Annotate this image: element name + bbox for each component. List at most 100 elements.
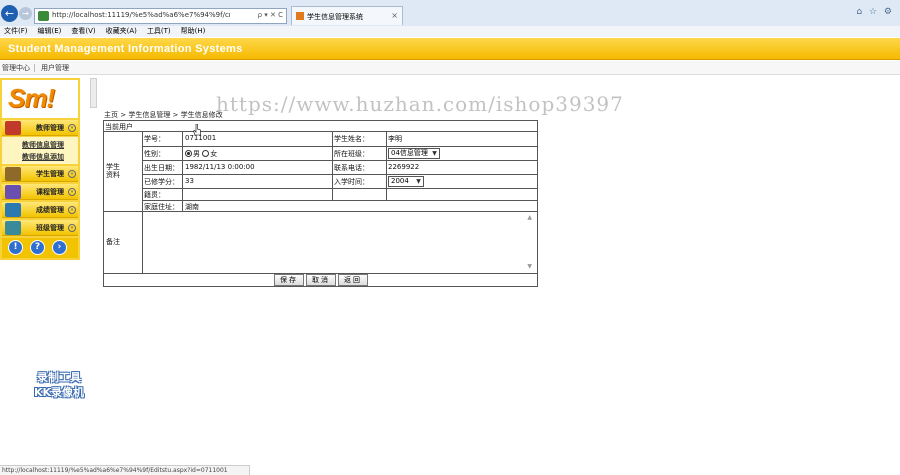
breadcrumb: 主页 > 学生信息管理 > 学生信息修改 [104, 111, 223, 119]
sidebar-item-label: 成绩管理 [36, 206, 64, 214]
browser-tab[interactable]: 学生信息管理系统 × [291, 6, 403, 25]
name-label: 学生姓名： [334, 135, 369, 143]
sidebar-item-grades[interactable]: 成绩管理 » [2, 202, 78, 218]
watermark: https://www.huzhan.com/ishop39397 [216, 92, 624, 116]
menu-help[interactable]: 帮助(H) [181, 26, 206, 37]
name-value: 李明 [388, 135, 402, 143]
credit-label: 已修学分： [144, 178, 179, 186]
save-button[interactable]: 保存 [274, 274, 304, 286]
forward-icon[interactable]: → [19, 7, 32, 20]
remark-textarea[interactable]: ▲ ▼ [143, 212, 536, 272]
birth-label: 出生日期： [144, 164, 179, 172]
sidebar: Sm! 教师管理 » 教师信息管理 教师信息添加 学生管理 » 课程管理 » 成… [0, 78, 80, 260]
scroll-up-icon[interactable]: ▲ [527, 214, 532, 221]
sidebar-item-class[interactable]: 班级管理 » [2, 220, 78, 236]
next-icon[interactable]: › [52, 240, 67, 255]
menu-file[interactable]: 文件(F) [4, 26, 28, 37]
grid-line [142, 174, 537, 175]
enroll-label: 入学时间： [334, 178, 369, 186]
sidebar-item-label: 班级管理 [36, 224, 64, 232]
tab-favicon-icon [296, 12, 304, 20]
phone-value[interactable]: 2269922 [388, 163, 419, 171]
browser-chrome: ← → http://localhost:11119/%e5%ad%a6%e7%… [0, 0, 900, 37]
gender-radio-group: 男 女 [185, 149, 217, 159]
chevron-down-icon: ▼ [416, 178, 421, 185]
sidebar-item-student[interactable]: 学生管理 » [2, 166, 78, 182]
sidebar-splitter-handle[interactable] [90, 78, 97, 108]
gender-male-radio[interactable] [185, 150, 192, 157]
sidebar-footer: ! ? › [2, 238, 78, 258]
scroll-down-icon[interactable]: ▼ [527, 263, 532, 270]
class-select[interactable]: 04信息管理 ▼ [388, 148, 440, 159]
phone-label: 联系电话： [334, 164, 369, 172]
class-label: 所在班级： [334, 150, 369, 158]
grid-line [182, 131, 183, 211]
sidebar-item-teacher[interactable]: 教师管理 » [2, 120, 78, 136]
recorder-badge: 录制工具 KK录像机 [14, 370, 104, 400]
class-select-value: 04信息管理 [391, 149, 428, 157]
tab-close-icon[interactable]: × [391, 11, 398, 20]
hand-cursor-icon [193, 124, 201, 136]
menu-bar: 文件(F) 编辑(E) 查看(V) 收藏夹(A) 工具(T) 帮助(H) [0, 26, 900, 37]
course-icon [5, 185, 21, 199]
submenu-teacher-add[interactable]: 教师信息添加 [22, 152, 64, 162]
help-icon[interactable]: ? [30, 240, 45, 255]
class-icon [5, 221, 21, 235]
menu-edit[interactable]: 编辑(E) [38, 26, 62, 37]
expand-icon[interactable]: » [68, 206, 76, 214]
address-text[interactable]: http://localhost:11119/%e5%ad%a6%e7%94%9… [52, 11, 230, 19]
teacher-icon [5, 121, 21, 135]
chevron-down-icon: ▼ [432, 150, 437, 157]
enroll-year-value: 2004 [391, 177, 409, 185]
student-edit-form: 当前用户 学生 资料 备注 学号： 0711001 学生姓名： 李明 性别： 男… [103, 120, 538, 287]
grid-line [142, 160, 537, 161]
sidebar-item-label: 教师管理 [36, 124, 64, 132]
link-divider [34, 63, 35, 72]
expand-icon[interactable]: » [68, 170, 76, 178]
logo: Sm! [2, 80, 78, 118]
address-value[interactable]: 湖南 [185, 202, 199, 212]
submenu-teacher-info[interactable]: 教师信息管理 [22, 140, 64, 150]
grid-line [332, 131, 333, 200]
grid-line [386, 131, 387, 200]
info-icon[interactable]: ! [8, 240, 23, 255]
app-header: Student Management Information Systems [0, 38, 900, 60]
address-label: 家庭住址： [144, 203, 179, 211]
cancel-button[interactable]: 取消 [306, 274, 336, 286]
student-no-label: 学号： [144, 135, 165, 143]
grid-line [142, 146, 537, 147]
address-bar[interactable]: http://localhost:11119/%e5%ad%a6%e7%94%9… [34, 8, 287, 24]
native-label: 籍贯： [144, 191, 165, 199]
grid-line [142, 188, 537, 189]
recorder-line-2: KK录像机 [33, 386, 85, 399]
address-tools-icon[interactable]: ρ ▾ ✕ C [258, 11, 283, 19]
sidebar-submenu: 教师信息管理 教师信息添加 [2, 137, 78, 164]
sidebar-item-label: 课程管理 [36, 188, 64, 196]
enroll-year-select[interactable]: 2004 ▼ [388, 176, 424, 187]
birth-value[interactable]: 1982/11/13 0:00:00 [185, 163, 255, 171]
back-button[interactable]: 返回 [338, 274, 368, 286]
link-user-management[interactable]: 用户管理 [41, 61, 69, 75]
logo-text: Sm! [8, 83, 55, 113]
menu-view[interactable]: 查看(V) [71, 26, 95, 37]
back-icon[interactable]: ← [1, 5, 18, 22]
credit-value[interactable]: 33 [185, 177, 194, 185]
home-star-gear-icon[interactable]: ⌂ ☆ ⚙ [856, 7, 894, 17]
grades-icon [5, 203, 21, 217]
menu-favorites[interactable]: 收藏夹(A) [106, 26, 137, 37]
grid-line [142, 200, 537, 201]
status-bar: http://localhost:11119/%e5%ad%a6%e7%94%9… [0, 465, 250, 475]
gender-female-radio[interactable] [202, 150, 210, 157]
grid-line [104, 131, 537, 132]
expand-icon[interactable]: » [68, 224, 76, 232]
app-title: Student Management Information Systems [8, 43, 243, 55]
section-remark: 备注 [106, 238, 120, 246]
gender-female-label: 女 [210, 150, 218, 158]
sidebar-item-course[interactable]: 课程管理 » [2, 184, 78, 200]
section-current-user: 当前用户 [105, 123, 133, 131]
expand-icon[interactable]: » [68, 124, 76, 132]
link-admin-center[interactable]: 管理中心 [2, 61, 30, 75]
menu-tools[interactable]: 工具(T) [147, 26, 171, 37]
gender-label: 性别： [144, 150, 165, 158]
expand-icon[interactable]: » [68, 188, 76, 196]
